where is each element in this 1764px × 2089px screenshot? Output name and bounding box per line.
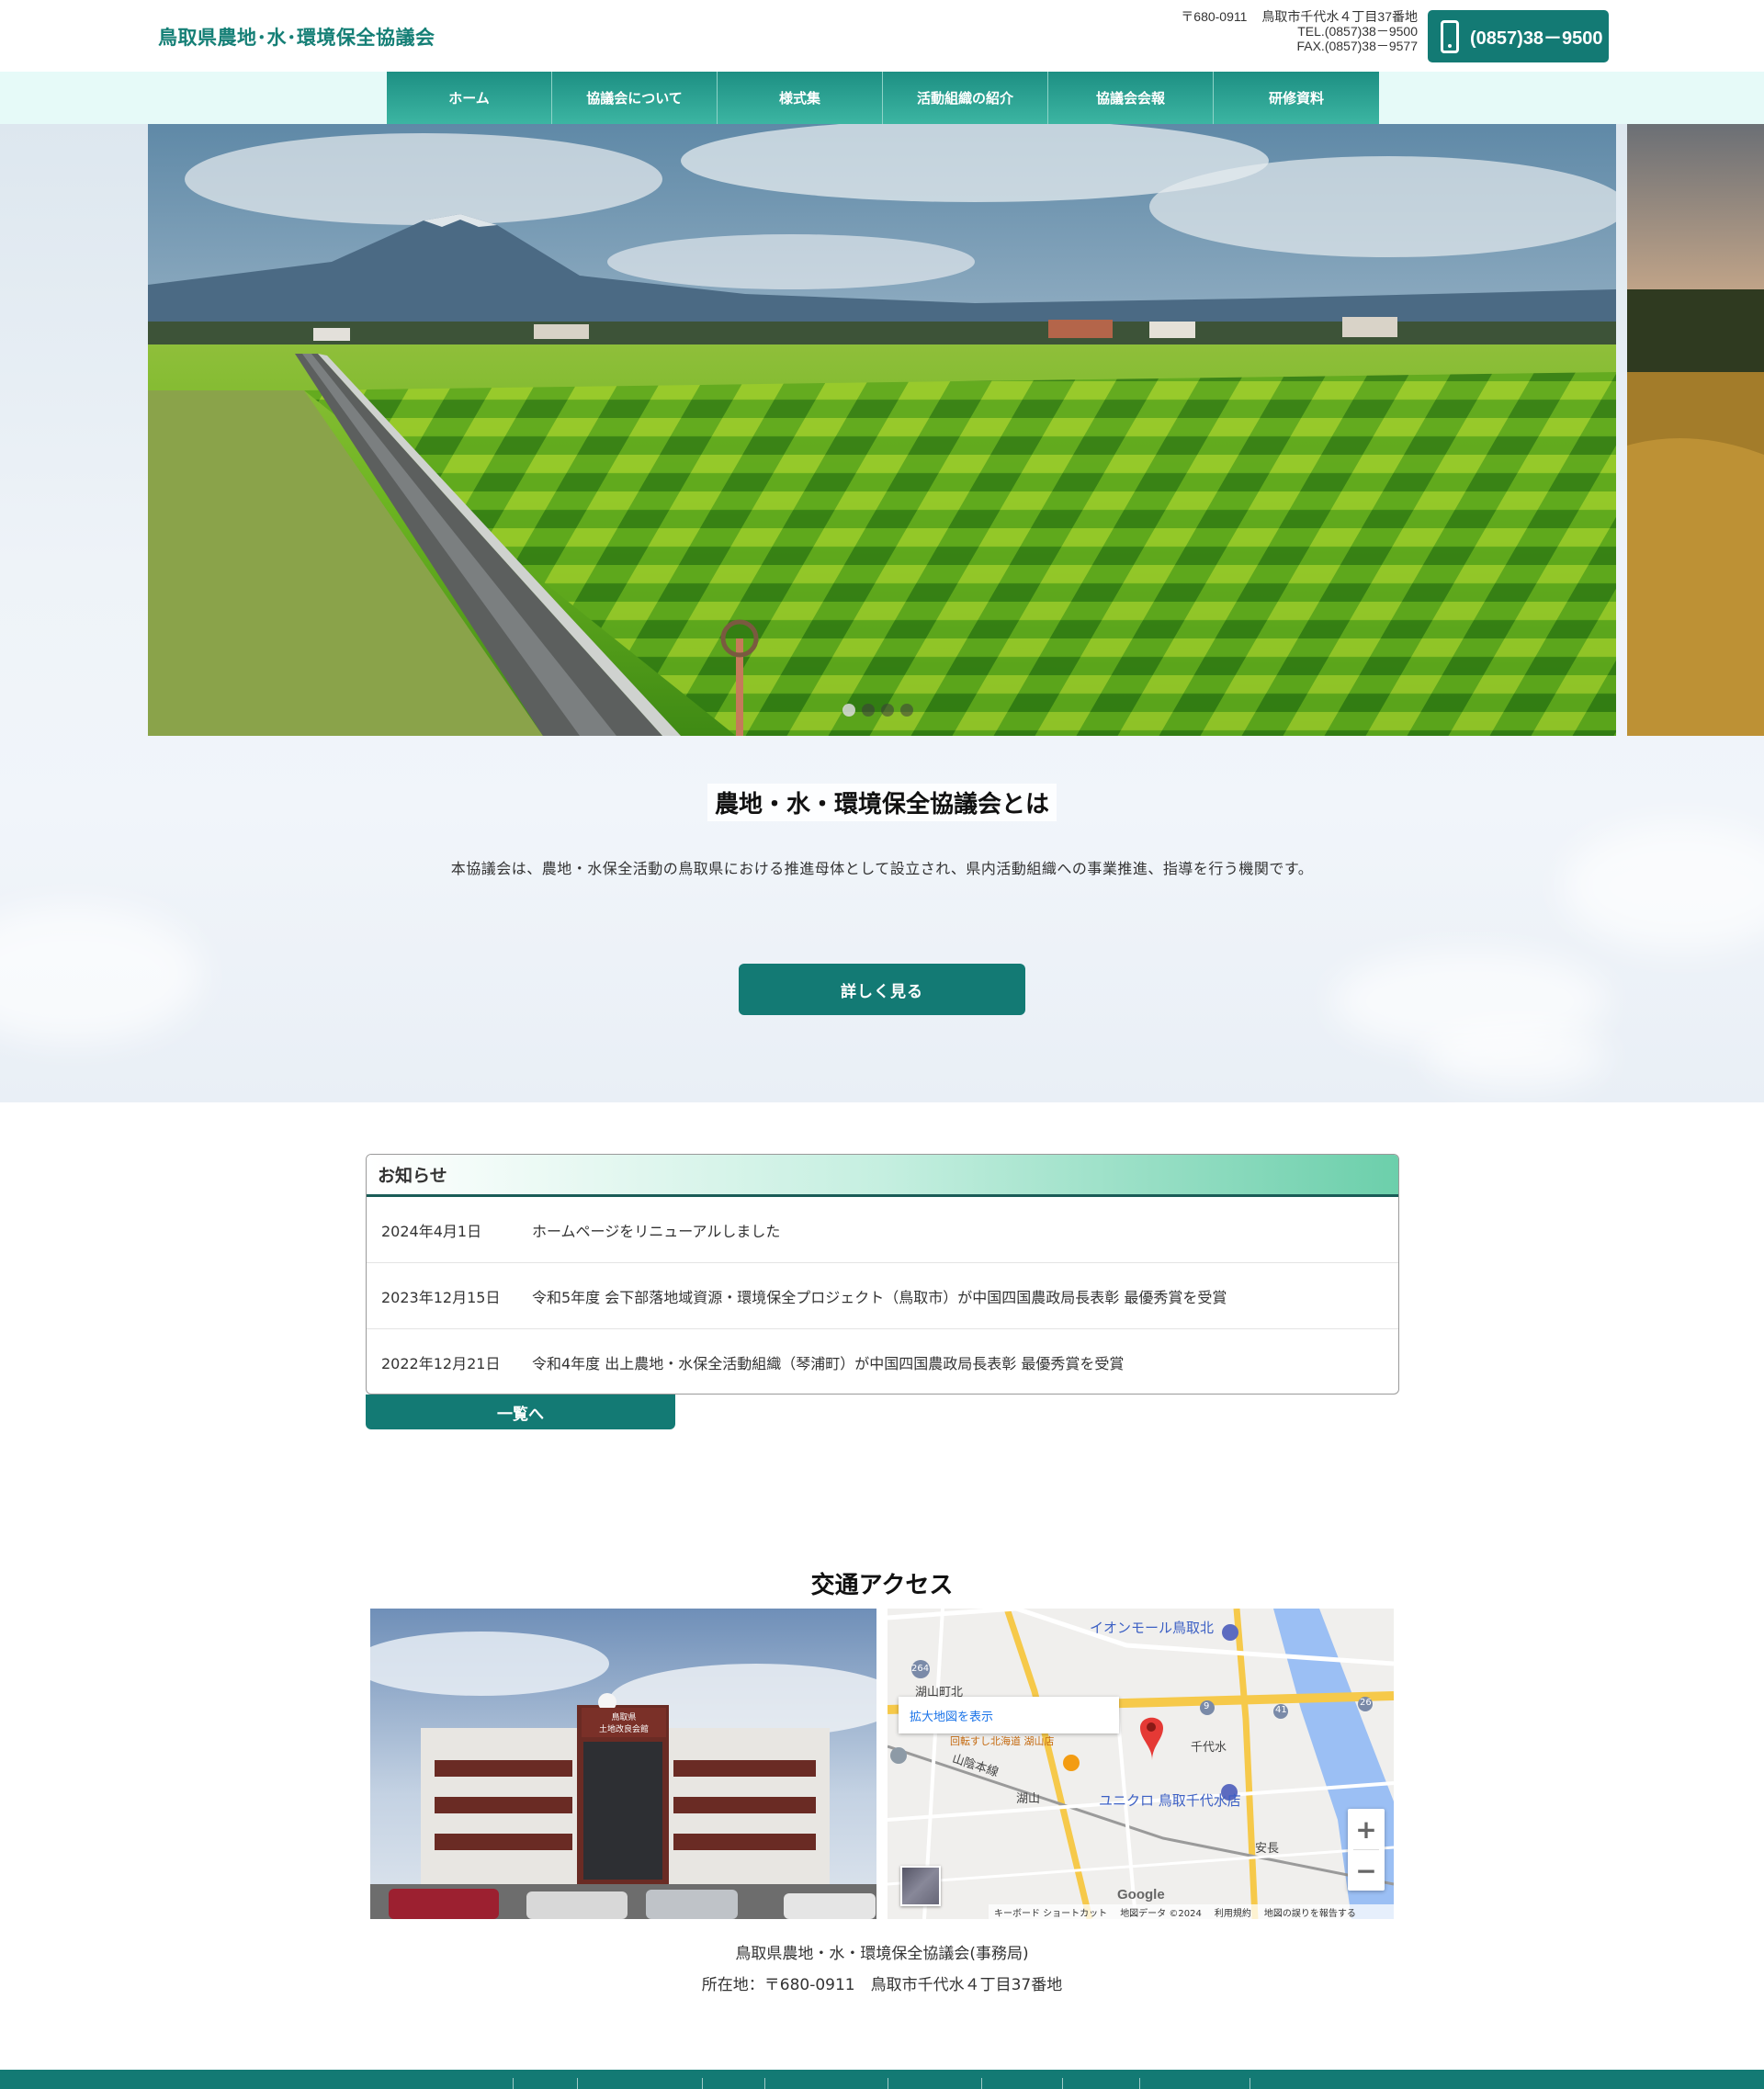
slider-dot-2[interactable] [862, 704, 875, 717]
map-route-26: 26 [1360, 1698, 1372, 1708]
site-title[interactable]: 鳥取県農地･水･環境保全協議会 [158, 23, 435, 51]
news-item[interactable]: 2024年4月1日 ホームページをリニューアルしました [367, 1197, 1398, 1263]
nav-band: ホーム 協議会について 様式集 活動組織の紹介 協議会会報 研修資料 [0, 72, 1764, 124]
site-header: 鳥取県農地･水･環境保全協議会 〒680-0911 鳥取市千代水４丁目37番地 T… [0, 0, 1764, 72]
nav-item-about[interactable]: 協議会について [552, 72, 718, 124]
news-list-button[interactable]: 一覧へ [366, 1395, 675, 1429]
svg-text:鳥取県: 鳥取県 [611, 1711, 636, 1722]
footer-divider [577, 2078, 578, 2089]
nav-item-organizations[interactable]: 活動組織の紹介 [883, 72, 1048, 124]
address-line: 〒680-0911 鳥取市千代水４丁目37番地 [1181, 9, 1418, 24]
zoom-in-button[interactable]: + [1348, 1809, 1385, 1849]
footer-divider [1062, 2078, 1063, 2089]
slider-dot-1[interactable] [842, 704, 855, 717]
contact-info: 〒680-0911 鳥取市千代水４丁目37番地 TEL.(0857)38－9500… [1181, 9, 1418, 53]
nav-item-newsletter[interactable]: 協議会会報 [1048, 72, 1214, 124]
global-nav: ホーム 協議会について 様式集 活動組織の紹介 協議会会報 研修資料 [387, 72, 1379, 124]
news-title[interactable]: 令和5年度 会下部落地域資源・環境保全プロジェクト（鳥取市）が中国四国農政局長表… [532, 1285, 1398, 1307]
access-address: 所在地：〒680-0911 鳥取市千代水４丁目37番地 [701, 1976, 1063, 1994]
office-building-photo: 鳥取県 土地改良会館 [370, 1609, 876, 1919]
map-route-9: 9 [1204, 1701, 1210, 1711]
access-organization: 鳥取県農地・水・環境保全協議会(事務局) [735, 1945, 1029, 1963]
nav-item-forms[interactable]: 様式集 [718, 72, 883, 124]
map-enlarge-link[interactable]: 拡大地図を表示 [899, 1697, 1119, 1733]
map-keyboard-shortcuts[interactable]: キーボード ショートカット [994, 1905, 1107, 1919]
map-label-aeon: イオンモール鳥取北 [1090, 1620, 1215, 1636]
access-section-title: 交通アクセス [810, 1572, 954, 1599]
nav-item-home[interactable]: ホーム [387, 72, 552, 124]
map-label-shop: 回転すし北海道 湖山店 [950, 1735, 1055, 1747]
hero-slide-next-preview[interactable] [1627, 124, 1764, 736]
postal-code: 〒680-0911 [1181, 9, 1248, 24]
map-terms-link[interactable]: 利用規約 [1215, 1905, 1251, 1919]
map-report-link[interactable]: 地図の誤りを報告する [1264, 1905, 1356, 1919]
news-date: 2023年12月15日 [381, 1288, 501, 1306]
footer-divider [764, 2078, 765, 2089]
map-satellite-toggle[interactable] [900, 1866, 941, 1906]
news-date: 2022年12月21日 [381, 1355, 501, 1372]
about-description: 本協議会は、農地・水保全活動の鳥取県における推進母体として設立され、県内活動組織… [450, 860, 1314, 877]
map-label-chiyomi: 千代水 [1191, 1741, 1227, 1755]
footer-divider [513, 2078, 514, 2089]
google-logo: Google [1117, 1887, 1165, 1903]
tel-text: TEL.(0857)38－9500 [1297, 24, 1418, 39]
map-label-uniqlo: ユニクロ 鳥取千代水店 [1099, 1792, 1241, 1809]
about-title-text: 農地・水・環境保全協議会とは [707, 784, 1057, 821]
map-label-yasunaga: 安長 [1255, 1842, 1280, 1856]
map-route-264: 264 [911, 1664, 930, 1674]
news-panel: お知らせ 2024年4月1日 ホームページをリニューアルしました 2023年12… [366, 1154, 1399, 1395]
read-more-button[interactable]: 詳しく見る [739, 964, 1025, 1015]
map-data-credit: 地図データ ©2024 [1120, 1908, 1202, 1919]
map-route-41: 41 [1275, 1705, 1287, 1715]
news-title[interactable]: ホームページをリニューアルしました [532, 1219, 1398, 1241]
footer-divider [1139, 2078, 1140, 2089]
zoom-out-button[interactable]: − [1348, 1850, 1385, 1891]
building-sign: 鳥取県 土地改良会館 [582, 1708, 666, 1737]
news-item[interactable]: 2022年12月21日 令和4年度 出上農地・水保全活動組織（琴浦町）が中国四国… [367, 1329, 1398, 1394]
address-text: 鳥取市千代水４丁目37番地 [1261, 9, 1418, 24]
map-zoom-control: + − [1348, 1809, 1385, 1891]
slider-dot-4[interactable] [900, 704, 913, 717]
footer-divider [702, 2078, 703, 2089]
news-item[interactable]: 2023年12月15日 令和5年度 会下部落地域資源・環境保全プロジェクト（鳥取… [367, 1263, 1398, 1329]
access-map[interactable]: イオンモール鳥取北 湖山町北 千代水 ユニクロ 鳥取千代水店 山陰本線 湖山 安… [888, 1609, 1394, 1919]
news-date: 2024年4月1日 [381, 1222, 482, 1240]
svg-text:土地改良会館: 土地改良会館 [599, 1723, 649, 1734]
footer-bar [0, 2070, 1764, 2089]
phone-button-label: (0857)38－9500 [1470, 28, 1603, 49]
hero-slide-image[interactable] [148, 124, 1616, 736]
news-heading: お知らせ [367, 1155, 1398, 1197]
smartphone-icon [1441, 19, 1459, 53]
footer-divider [981, 2078, 982, 2089]
slider-dot-3[interactable] [881, 704, 894, 717]
map-footer: キーボード ショートカット 地図データ ©2024 利用規約 地図の誤りを報告す… [989, 1904, 1394, 1919]
news-title[interactable]: 令和4年度 出上農地・水保全活動組織（琴浦町）が中国四国農政局長表彰 最優秀賞を… [532, 1351, 1398, 1373]
slider-pagination [842, 704, 913, 717]
nav-item-training[interactable]: 研修資料 [1214, 72, 1379, 124]
about-section-title: 農地・水・環境保全協議会とは [0, 784, 1764, 821]
fax-text: FAX.(0857)38－9577 [1296, 39, 1418, 53]
map-label-koyama: 湖山 [1016, 1792, 1041, 1806]
phone-button[interactable]: (0857)38－9500 [1428, 10, 1609, 62]
